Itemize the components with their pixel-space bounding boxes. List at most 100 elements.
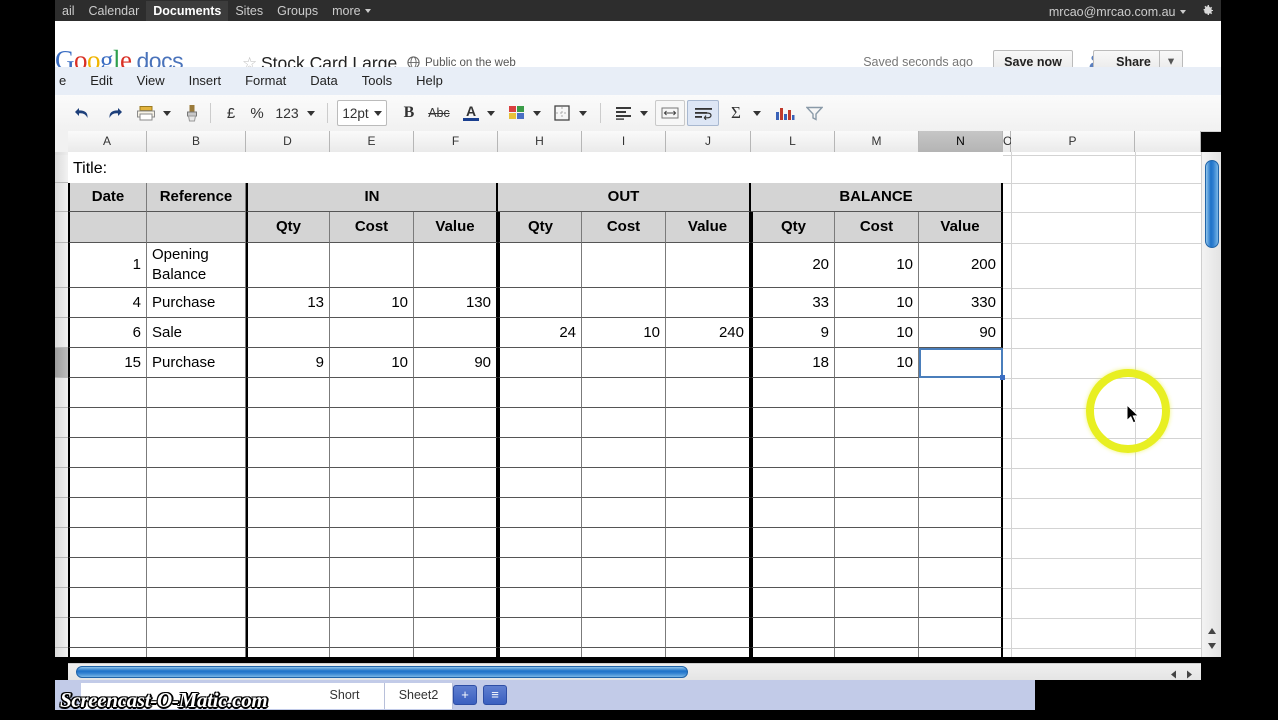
group-header-balance[interactable]: BALANCE: [751, 183, 1003, 212]
table-cell[interactable]: [414, 498, 498, 528]
fill-color-icon[interactable]: [503, 99, 529, 127]
table-cell[interactable]: Opening Balance: [147, 243, 246, 288]
table-cell[interactable]: [147, 468, 246, 498]
table-cell[interactable]: 33: [751, 288, 835, 318]
table-cell[interactable]: 1: [68, 243, 147, 288]
table-cell[interactable]: [246, 618, 330, 648]
table-cell[interactable]: [919, 558, 1003, 588]
column-header-f[interactable]: F: [414, 131, 498, 152]
menu-item-view[interactable]: View: [125, 67, 177, 94]
table-cell[interactable]: [582, 408, 666, 438]
column-header-b[interactable]: B: [147, 131, 246, 152]
menu-item-edit[interactable]: Edit: [78, 67, 124, 94]
percent-icon[interactable]: %: [245, 99, 269, 127]
sub-header-bal_value[interactable]: Value: [919, 212, 1003, 243]
selected-cell[interactable]: [919, 348, 1003, 378]
column-header-o[interactable]: O: [1003, 131, 1012, 152]
table-cell[interactable]: [498, 618, 582, 648]
group-header-out[interactable]: OUT: [498, 183, 751, 212]
menu-item-data[interactable]: Data: [298, 67, 349, 94]
sub-header-bal_cost[interactable]: Cost: [835, 212, 919, 243]
table-cell[interactable]: 10: [835, 318, 919, 348]
table-cell[interactable]: [498, 558, 582, 588]
row-header[interactable]: [55, 648, 68, 657]
gnav-item-calendar[interactable]: Calendar: [82, 1, 147, 21]
table-cell[interactable]: [582, 438, 666, 468]
table-cell[interactable]: [751, 618, 835, 648]
sub-header-reference[interactable]: [147, 212, 246, 243]
table-cell[interactable]: [68, 468, 147, 498]
sub-header-out_qty[interactable]: Qty: [498, 212, 582, 243]
table-cell[interactable]: [330, 528, 414, 558]
table-cell[interactable]: [68, 618, 147, 648]
table-cell[interactable]: [498, 438, 582, 468]
gnav-item-groups[interactable]: Groups: [270, 1, 325, 21]
table-cell[interactable]: [666, 468, 751, 498]
row-header[interactable]: [55, 212, 68, 243]
table-cell[interactable]: [582, 558, 666, 588]
table-cell[interactable]: [498, 588, 582, 618]
insert-chart-icon[interactable]: [771, 99, 799, 127]
table-cell[interactable]: [835, 528, 919, 558]
menu-item-help[interactable]: Help: [404, 67, 455, 94]
table-cell[interactable]: [246, 498, 330, 528]
table-cell[interactable]: [498, 288, 582, 318]
table-cell[interactable]: [147, 498, 246, 528]
table-cell[interactable]: [919, 588, 1003, 618]
table-cell[interactable]: [498, 408, 582, 438]
table-cell[interactable]: [414, 408, 498, 438]
table-cell[interactable]: [751, 468, 835, 498]
table-cell[interactable]: [666, 618, 751, 648]
table-cell[interactable]: [246, 528, 330, 558]
table-cell[interactable]: [68, 648, 147, 657]
column-header-blank[interactable]: [1135, 131, 1201, 152]
group-header-in[interactable]: IN: [246, 183, 498, 212]
table-cell[interactable]: [498, 648, 582, 657]
table-cell[interactable]: [498, 498, 582, 528]
table-cell[interactable]: [246, 588, 330, 618]
table-cell[interactable]: 130: [414, 288, 498, 318]
table-cell[interactable]: [68, 498, 147, 528]
table-cell[interactable]: [246, 408, 330, 438]
table-cell[interactable]: [582, 243, 666, 288]
font-size-select[interactable]: 12pt: [337, 100, 387, 126]
table-cell[interactable]: [330, 318, 414, 348]
table-cell[interactable]: [582, 528, 666, 558]
table-cell[interactable]: 20: [751, 243, 835, 288]
wrap-text-icon[interactable]: [687, 100, 719, 126]
table-cell[interactable]: 200: [919, 243, 1003, 288]
table-cell[interactable]: [835, 618, 919, 648]
print-dropdown-caret-icon[interactable]: [159, 99, 175, 127]
table-cell[interactable]: [582, 288, 666, 318]
row-header[interactable]: [55, 243, 68, 288]
table-cell[interactable]: [414, 588, 498, 618]
table-cell[interactable]: [666, 348, 751, 378]
table-cell[interactable]: [666, 528, 751, 558]
horizontal-scrollbar[interactable]: [68, 663, 1201, 681]
row-header[interactable]: [55, 558, 68, 588]
table-cell[interactable]: [498, 528, 582, 558]
table-cell[interactable]: [751, 498, 835, 528]
table-cell[interactable]: [414, 528, 498, 558]
table-cell[interactable]: [919, 618, 1003, 648]
table-cell[interactable]: [68, 438, 147, 468]
table-cell[interactable]: [330, 618, 414, 648]
table-cell[interactable]: [147, 528, 246, 558]
row-header[interactable]: [55, 378, 68, 408]
table-cell[interactable]: [246, 648, 330, 657]
row-header[interactable]: [55, 588, 68, 618]
table-cell[interactable]: [666, 378, 751, 408]
sub-header-date[interactable]: [68, 212, 147, 243]
account-email[interactable]: mrcao@mrcao.com.au: [1049, 5, 1176, 19]
sub-header-out_value[interactable]: Value: [666, 212, 751, 243]
row-header[interactable]: [55, 498, 68, 528]
undo-icon[interactable]: [69, 99, 95, 127]
table-cell[interactable]: [68, 378, 147, 408]
table-cell[interactable]: [147, 588, 246, 618]
table-cell[interactable]: [666, 408, 751, 438]
horizontal-scrollbar-thumb[interactable]: [76, 666, 688, 678]
table-cell[interactable]: [835, 498, 919, 528]
column-header-d[interactable]: D: [246, 131, 330, 152]
column-header-l[interactable]: L: [751, 131, 835, 152]
column-header-j[interactable]: J: [666, 131, 751, 152]
